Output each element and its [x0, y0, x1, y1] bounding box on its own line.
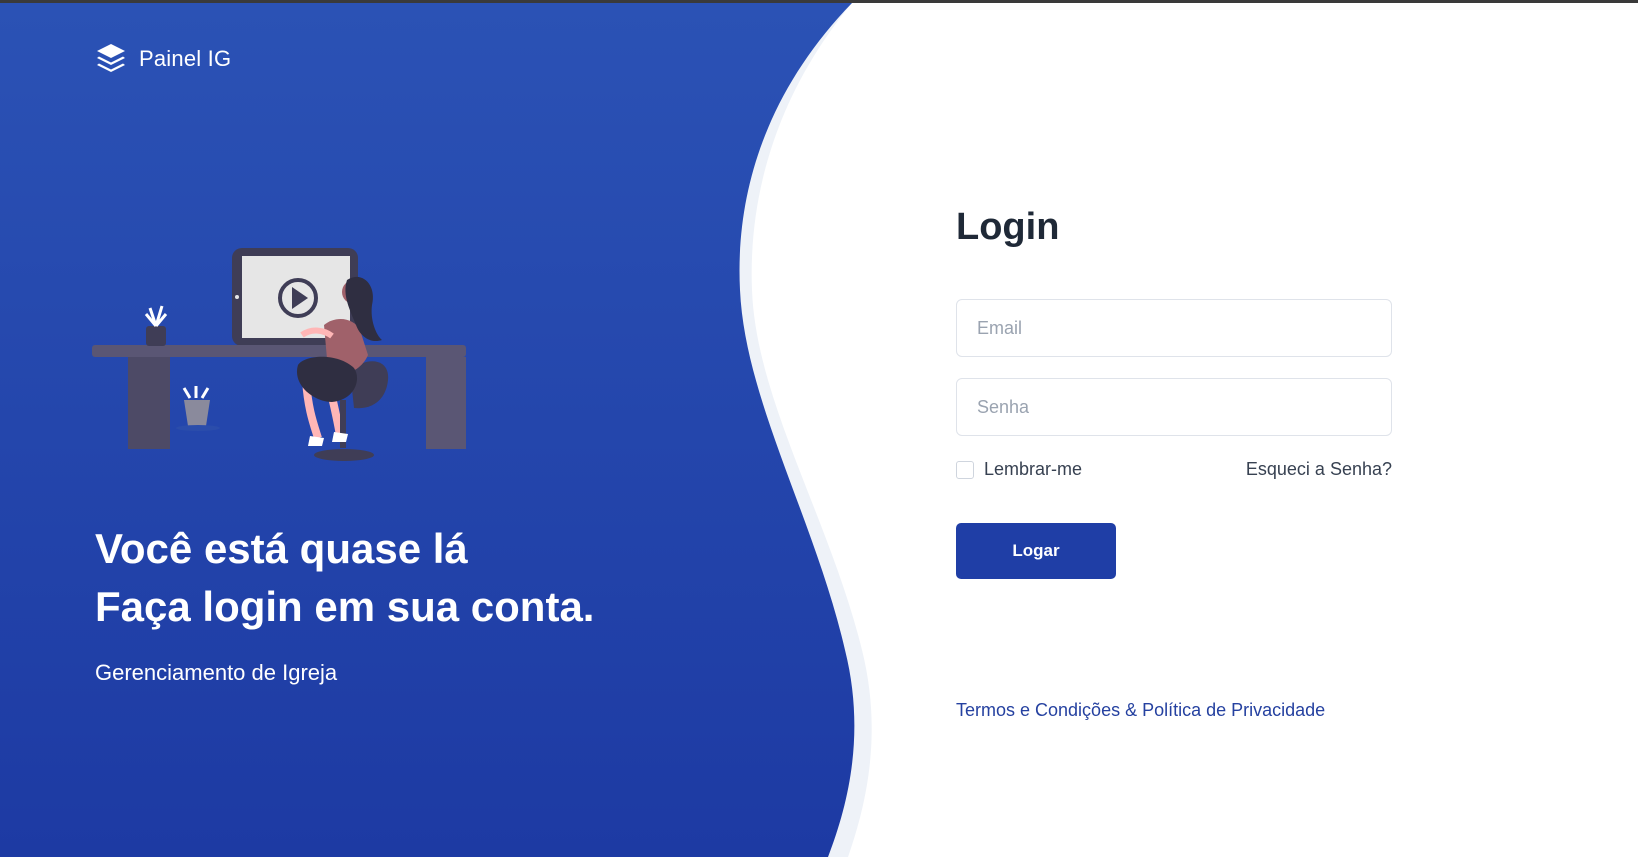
email-input[interactable]	[956, 299, 1392, 357]
remember-me-label: Lembrar-me	[984, 459, 1083, 479]
password-input[interactable]	[956, 378, 1392, 436]
remember-me-checkbox[interactable]	[956, 460, 974, 479]
forgot-password-link[interactable]: Esqueci a Senha?	[1246, 459, 1392, 480]
brand-logo[interactable]: Painel IG	[95, 42, 231, 76]
layers-icon	[97, 44, 125, 72]
login-button[interactable]: Logar	[956, 523, 1116, 579]
hero-subtitle: Gerenciamento de Igreja	[95, 660, 338, 685]
remember-me-toggle[interactable]: Lembrar-me	[956, 459, 1082, 480]
desk-illustration	[92, 248, 466, 461]
brand-name: Painel IG	[139, 46, 232, 71]
hero-title-line-2: Faça login em sua conta.	[95, 583, 595, 630]
terms-privacy-link[interactable]: Termos e Condições & Política de Privaci…	[956, 700, 1325, 721]
login-title: Login	[956, 206, 1060, 248]
hero-title-line-1: Você está quase lá	[95, 525, 468, 572]
hero-title: Você está quase lá Faça login em sua con…	[95, 520, 594, 636]
